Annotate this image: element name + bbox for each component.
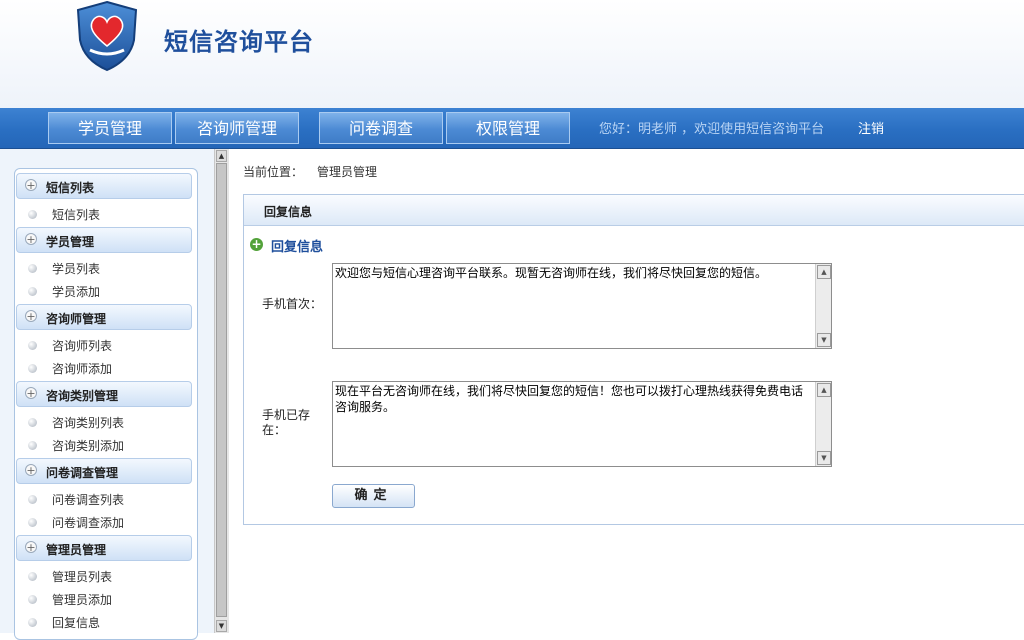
existing-phone-label: 手机已存在： (262, 408, 311, 437)
bullet-icon (28, 364, 37, 373)
nav-tab-counselor[interactable]: 咨询师管理 (175, 112, 299, 144)
reply-panel: 回复信息 + 回复信息 手机首次： 欢迎您与短信心理咨询平台联系。现暂无咨询师在… (243, 194, 1024, 525)
bullet-icon (28, 287, 37, 296)
scroll-up-icon[interactable]: ▲ (817, 383, 831, 397)
bullet-icon (28, 264, 37, 273)
nav-tab-student[interactable]: 学员管理 (48, 112, 172, 144)
sidebar-group-student[interactable]: + 学员管理 (16, 227, 192, 253)
textarea-scrollbar[interactable]: ▲ ▼ (815, 382, 831, 466)
bullet-icon (28, 210, 37, 219)
bullet-icon (28, 418, 37, 427)
first-contact-label: 手机首次： (262, 297, 323, 311)
breadcrumb-label: 当前位置： (243, 165, 304, 179)
logout-link[interactable]: 注销 (858, 118, 884, 137)
add-circle-icon: + (250, 237, 263, 251)
sidebar-item-label: 问卷调查列表 (52, 493, 125, 507)
sidebar-scrollbar[interactable]: ▲ ▼ (214, 149, 229, 633)
sidebar-group-survey[interactable]: + 问卷调查管理 (16, 458, 192, 484)
plus-icon: + (25, 541, 37, 554)
site-title: 短信咨询平台 (164, 27, 314, 56)
sidebar-group-label: 咨询师管理 (46, 312, 107, 326)
sidebar-item-label: 回复信息 (52, 616, 101, 630)
sidebar-item-label: 咨询师列表 (52, 339, 113, 353)
panel-header: 回复信息 (244, 195, 1024, 226)
confirm-button[interactable]: 确定 (332, 484, 415, 508)
sidebar-item-label: 咨询类别列表 (52, 416, 125, 430)
bullet-icon (28, 618, 37, 627)
sidebar-group-label: 短信列表 (46, 181, 95, 195)
header: 短信咨询平台 (0, 0, 1024, 108)
sidebar: + 短信列表 短信列表 + 学员管理 学员列表 学员添加 + 咨询师管理 咨询师… (0, 149, 214, 640)
plus-icon: + (25, 464, 37, 477)
heart-shield-icon (74, 0, 140, 72)
sidebar-item-label: 学员列表 (52, 262, 101, 276)
sidebar-item-label: 咨询师添加 (52, 362, 113, 376)
sidebar-group-label: 管理员管理 (46, 543, 107, 557)
breadcrumb-current: 管理员管理 (317, 165, 378, 179)
panel-title: 回复信息 (264, 205, 313, 219)
sidebar-group-admin[interactable]: + 管理员管理 (16, 535, 192, 561)
greeting-text: 您好：明老师 ，欢迎使用短信咨询平台 (599, 122, 825, 137)
scroll-down-icon[interactable]: ▼ (216, 620, 227, 632)
scroll-down-icon[interactable]: ▼ (817, 451, 831, 465)
nav-tab-survey[interactable]: 问卷调查 (319, 112, 443, 144)
existing-phone-textarea[interactable]: 现在平台无咨询师在线，我们将尽快回复您的短信！您也可以拨打心理热线获得免费电话咨… (332, 381, 832, 467)
scroll-down-icon[interactable]: ▼ (817, 333, 831, 347)
sidebar-item-label: 问卷调查添加 (52, 516, 125, 530)
bullet-icon (28, 495, 37, 504)
plus-icon: + (25, 310, 37, 323)
scrollbar-thumb[interactable] (216, 163, 227, 617)
first-contact-text: 欢迎您与短信心理咨询平台联系。现暂无咨询师在线，我们将尽快回复您的短信。 (335, 266, 768, 280)
first-contact-textarea[interactable]: 欢迎您与短信心理咨询平台联系。现暂无咨询师在线，我们将尽快回复您的短信。 ▲ ▼ (332, 263, 832, 349)
bullet-icon (28, 518, 37, 527)
bullet-icon (28, 441, 37, 450)
sidebar-item-label: 咨询类别添加 (52, 439, 125, 453)
sidebar-group-label: 学员管理 (46, 235, 95, 249)
plus-icon: + (25, 387, 37, 400)
scroll-up-icon[interactable]: ▲ (216, 150, 227, 162)
sidebar-item-label: 管理员列表 (52, 570, 113, 584)
existing-phone-text: 现在平台无咨询师在线，我们将尽快回复您的短信！您也可以拨打心理热线获得免费电话咨… (335, 384, 804, 414)
breadcrumb: 当前位置： 管理员管理 (243, 163, 377, 180)
bullet-icon (28, 572, 37, 581)
section-title: 回复信息 (271, 240, 324, 255)
main-content: 当前位置： 管理员管理 回复信息 + 回复信息 手机首次： 欢迎您与短信心理咨询平… (229, 149, 1024, 633)
bullet-icon (28, 595, 37, 604)
sidebar-item-label: 管理员添加 (52, 593, 113, 607)
bullet-icon (28, 341, 37, 350)
scroll-up-icon[interactable]: ▲ (817, 265, 831, 279)
sidebar-group-counselor[interactable]: + 咨询师管理 (16, 304, 192, 330)
sidebar-group-label: 咨询类别管理 (46, 389, 119, 403)
top-navbar: 学员管理 咨询师管理 问卷调查 权限管理 您好：明老师 ，欢迎使用短信咨询平台 … (0, 108, 1024, 149)
sidebar-group-label: 问卷调查管理 (46, 466, 119, 480)
sidebar-group-sms[interactable]: + 短信列表 (16, 173, 192, 199)
sidebar-item-label: 短信列表 (52, 208, 101, 222)
plus-icon: + (25, 233, 37, 246)
plus-icon: + (25, 179, 37, 192)
sidebar-group-category[interactable]: + 咨询类别管理 (16, 381, 192, 407)
textarea-scrollbar[interactable]: ▲ ▼ (815, 264, 831, 348)
sidebar-item-label: 学员添加 (52, 285, 101, 299)
nav-tab-permission[interactable]: 权限管理 (446, 112, 570, 144)
